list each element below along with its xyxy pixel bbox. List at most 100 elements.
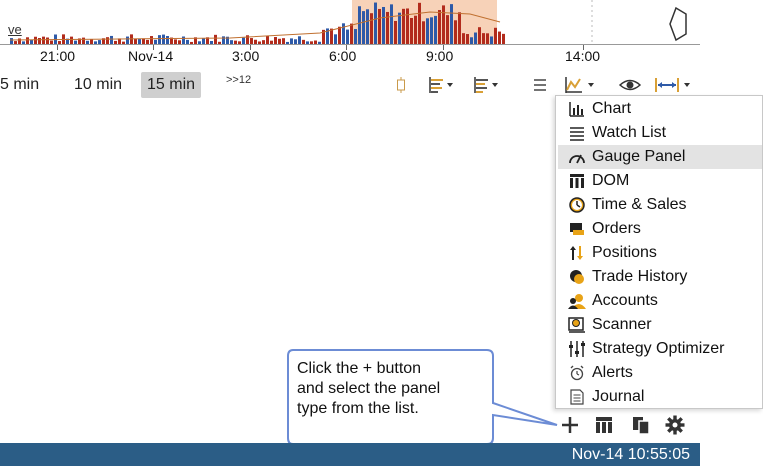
panel-tools xyxy=(555,410,700,440)
volume-bar xyxy=(150,36,153,44)
menu-item-time-sales[interactable]: Time & Sales xyxy=(558,193,762,217)
volume-bar xyxy=(350,23,353,44)
volume-bar xyxy=(470,37,473,44)
volume-bar xyxy=(374,2,377,44)
volume-bar xyxy=(486,33,489,44)
menu-item-scanner[interactable]: Scanner xyxy=(558,313,762,337)
volume-bar xyxy=(346,29,349,44)
volume-bar xyxy=(370,13,373,44)
volume-bar xyxy=(458,12,461,44)
menu-item-label: Trade History xyxy=(592,268,688,285)
menu-item-accounts[interactable]: Accounts xyxy=(558,289,762,313)
volume-bar xyxy=(362,11,365,44)
volume-bar xyxy=(466,34,469,44)
strategy-optimizer-icon xyxy=(569,341,585,357)
volume-bar xyxy=(214,34,217,44)
menu-item-gauge-panel[interactable]: Gauge Panel xyxy=(558,145,762,169)
volume-bar xyxy=(26,37,29,44)
volume-bar xyxy=(462,33,465,44)
time-label: 6:00 xyxy=(329,48,357,64)
menu-item-label: Journal xyxy=(592,388,645,405)
copy-icon[interactable] xyxy=(631,415,651,435)
gauge-icon xyxy=(569,154,585,164)
interval-10min[interactable]: 10 min xyxy=(68,72,128,98)
callout-line: and select the panel xyxy=(297,380,441,397)
menu-item-watch-list[interactable]: Watch List xyxy=(558,121,762,145)
volume-bar xyxy=(402,8,405,44)
study-icon[interactable] xyxy=(473,76,501,94)
volume-bar xyxy=(378,8,381,44)
menu-item-journal[interactable]: Journal xyxy=(558,385,762,409)
menu-item-trade-history[interactable]: Trade History xyxy=(558,265,762,289)
menu-item-alerts[interactable]: Alerts xyxy=(558,361,762,385)
positions-icon xyxy=(570,246,583,260)
width-icon[interactable] xyxy=(654,76,696,94)
gear-icon[interactable] xyxy=(665,415,685,435)
volume-bar xyxy=(182,36,185,44)
volume-bar xyxy=(158,35,161,44)
candle-icon[interactable] xyxy=(395,76,407,94)
dom-icon xyxy=(570,174,584,188)
drawing-icon[interactable] xyxy=(564,76,598,94)
accounts-icon xyxy=(568,294,586,309)
layout-icon[interactable] xyxy=(595,415,613,435)
volume-bar xyxy=(410,17,413,44)
status-bar: Nov-14 10:55:05 xyxy=(0,443,700,466)
alerts-icon xyxy=(570,365,584,381)
scanner-icon xyxy=(568,317,585,333)
volume-bar xyxy=(330,28,333,44)
menu-item-positions[interactable]: Positions xyxy=(558,241,762,265)
volume-bar xyxy=(358,6,361,44)
volume-bar xyxy=(42,36,45,44)
plus-icon[interactable] xyxy=(561,415,579,435)
menu-item-orders[interactable]: Orders xyxy=(558,217,762,241)
more-intervals-link[interactable]: >>12 xyxy=(226,74,251,86)
volume-bar xyxy=(274,37,277,44)
volume-bar xyxy=(430,17,433,44)
volume-bar xyxy=(422,21,425,44)
menu-item-strategy-optimizer[interactable]: Strategy Optimizer xyxy=(558,337,762,361)
volume-bar xyxy=(434,15,437,44)
status-datetime: Nov-14 10:55:05 xyxy=(571,446,690,463)
list-icon[interactable] xyxy=(532,76,548,94)
menu-item-label: Alerts xyxy=(592,364,633,381)
volume-bar xyxy=(166,36,169,44)
menu-item-label: Gauge Panel xyxy=(592,148,686,165)
chart-strip[interactable]: ve xyxy=(0,0,700,44)
interval-5min[interactable]: 5 min xyxy=(0,72,45,98)
time-axis: 21:00 Nov-14 3:00 6:00 9:00 14:00 xyxy=(0,44,700,66)
menu-item-dom[interactable]: DOM xyxy=(558,169,762,193)
volume-bar xyxy=(334,34,337,44)
time-sales-icon xyxy=(569,197,585,213)
bar-style-icon[interactable] xyxy=(428,76,456,94)
time-label: 14:00 xyxy=(565,48,601,64)
chart-label: ve xyxy=(8,22,22,37)
volume-bar xyxy=(70,36,73,44)
journal-icon xyxy=(570,389,584,405)
watch-list-icon xyxy=(570,127,584,141)
panel-type-menu: Chart Watch List Gauge Panel DOM Time & … xyxy=(555,95,763,409)
volume-bar xyxy=(398,12,401,44)
instruction-callout: Click the + button and select the panel … xyxy=(287,349,569,451)
volume-bar xyxy=(406,8,409,44)
interval-15min[interactable]: 15 min xyxy=(141,72,202,98)
volume-bar xyxy=(394,20,397,44)
menu-item-label: DOM xyxy=(592,172,630,189)
menu-item-label: Positions xyxy=(592,244,657,261)
volume-bar xyxy=(354,29,357,44)
volume-bar xyxy=(126,36,129,44)
volume-bar xyxy=(502,33,505,44)
volume-bar xyxy=(418,2,421,44)
time-label: Nov-14 xyxy=(128,48,174,64)
volume-bar xyxy=(298,36,301,44)
volume-bar xyxy=(426,18,429,44)
time-label: 9:00 xyxy=(426,48,454,64)
volume-bar xyxy=(490,36,493,44)
volume-bar xyxy=(382,6,385,44)
menu-item-chart[interactable]: Chart xyxy=(558,97,762,121)
time-label: 21:00 xyxy=(40,48,76,64)
menu-item-label: Chart xyxy=(592,100,632,117)
volume-bar xyxy=(106,37,109,44)
volume-bar xyxy=(266,35,269,44)
eye-icon[interactable] xyxy=(619,76,641,94)
